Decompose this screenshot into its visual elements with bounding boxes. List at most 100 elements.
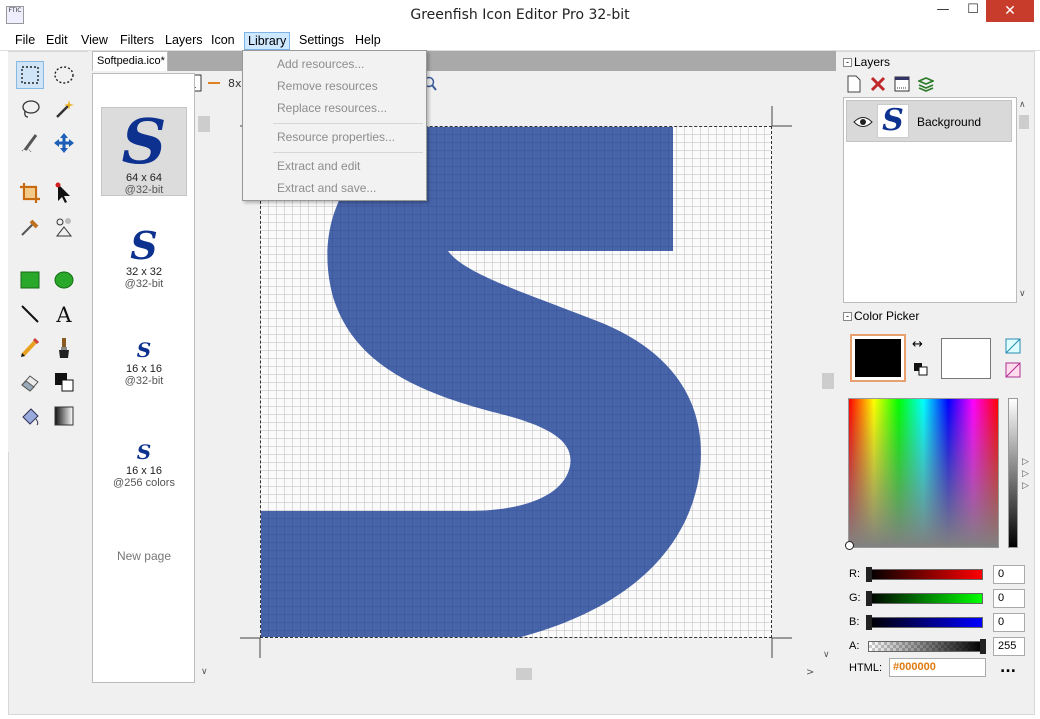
collapse-icon[interactable]: -	[843, 58, 852, 68]
chevron-up-icon[interactable]: ∧	[1019, 100, 1026, 110]
menu-item-extract-and-save[interactable]: Extract and save...	[277, 181, 376, 195]
green-slider[interactable]	[868, 593, 983, 604]
icon-thumbnail: S	[136, 440, 152, 464]
layers-scrollbar[interactable]: ∧ ∨	[1017, 97, 1031, 303]
eye-icon[interactable]	[853, 115, 873, 132]
eraser-tool[interactable]	[16, 368, 44, 396]
minimize-button[interactable]: —	[928, 0, 958, 22]
blue-label: B:	[849, 616, 860, 628]
crop-tool[interactable]	[16, 179, 44, 207]
icon-thumbnail: S	[121, 105, 167, 178]
primary-color-swatch[interactable]	[850, 334, 906, 382]
red-value-input[interactable]: 0	[993, 565, 1025, 584]
color-spectrum[interactable]	[845, 398, 999, 550]
chevron-down-icon[interactable]: ∨	[201, 667, 208, 677]
spectrum-cursor[interactable]	[845, 541, 854, 550]
window-title: Greenfish Icon Editor Pro 32-bit	[410, 7, 630, 23]
menu-edit[interactable]: Edit	[43, 32, 71, 50]
alpha-slider-thumb[interactable]	[980, 639, 986, 654]
page-thumbnail-32[interactable]: S 32 x 32 @32-bit	[101, 226, 187, 298]
luminance-bar[interactable]	[1008, 398, 1018, 548]
menu-layers[interactable]: Layers	[162, 32, 206, 50]
line-tool[interactable]	[16, 300, 44, 328]
swap-arrow-icon[interactable]: ↔	[912, 337, 923, 352]
chevron-down-icon[interactable]: ∨	[1019, 289, 1026, 299]
page-thumbnail-64[interactable]: S 64 x 64 @32-bit	[101, 107, 187, 196]
blue-slider[interactable]	[868, 617, 983, 628]
menu-library[interactable]: Library	[244, 32, 291, 50]
zoom-level[interactable]: 8x	[228, 77, 242, 90]
inverted-color-icon[interactable]	[1005, 362, 1021, 381]
eyedropper-tool[interactable]	[16, 213, 44, 241]
red-slider[interactable]	[868, 569, 983, 580]
vertical-scroll-thumb[interactable]	[822, 373, 834, 389]
magic-wand-tool[interactable]	[50, 95, 78, 123]
page-thumbnail-16[interactable]: S 16 x 16 @32-bit	[101, 337, 187, 397]
menu-filters[interactable]: Filters	[117, 32, 157, 50]
menu-help[interactable]: Help	[352, 32, 384, 50]
color-replace-tool[interactable]	[50, 213, 78, 241]
rectangle-tool[interactable]	[16, 266, 44, 294]
menu-item-replace-resources[interactable]: Replace resources...	[277, 101, 387, 115]
zoom-out-icon[interactable]	[206, 72, 222, 94]
fill-tool[interactable]	[16, 402, 44, 430]
menu-settings[interactable]: Settings	[296, 32, 347, 50]
more-options-button[interactable]: ...	[1000, 660, 1016, 676]
layers-scroll-thumb[interactable]	[1019, 115, 1029, 129]
layer-item-background[interactable]: S Background	[846, 100, 1012, 142]
canvas-vertical-scrollbar[interactable]: ∨	[820, 98, 836, 666]
color-picker-title: Color Picker	[854, 309, 920, 323]
collapse-icon[interactable]: -	[843, 312, 852, 322]
page-thumbnail-16-256[interactable]: S 16 x 16 @256 colors	[101, 439, 187, 499]
maximize-button[interactable]: ☐	[958, 0, 988, 22]
html-color-input[interactable]: #000000	[889, 658, 986, 677]
menu-item-remove-resources[interactable]: Remove resources	[277, 79, 378, 93]
red-slider-thumb[interactable]	[866, 567, 872, 582]
lasso-tool[interactable]	[16, 95, 44, 123]
new-page-link[interactable]: New page	[101, 550, 187, 562]
move-tool[interactable]	[50, 129, 78, 157]
menu-file[interactable]: File	[12, 32, 38, 50]
pencil-tool[interactable]	[16, 334, 44, 362]
luminance-arrows[interactable]: ▷ ▷ ▷	[1022, 456, 1029, 492]
menu-icon[interactable]: Icon	[208, 32, 238, 50]
blue-value-input[interactable]: 0	[993, 613, 1025, 632]
alpha-value-input[interactable]: 255	[993, 637, 1025, 656]
green-slider-thumb[interactable]	[866, 591, 872, 606]
brush-tool[interactable]	[50, 334, 78, 362]
reset-colors-icon[interactable]	[913, 362, 929, 379]
horizontal-scroll-thumb[interactable]	[516, 668, 532, 680]
new-layer-icon[interactable]	[844, 74, 864, 94]
swap-colors-tool[interactable]	[50, 368, 78, 396]
blue-slider-thumb[interactable]	[866, 615, 872, 630]
ellipse-tool[interactable]	[50, 266, 78, 294]
layer-properties-icon[interactable]	[892, 74, 912, 94]
secondary-color-swatch[interactable]	[941, 338, 991, 379]
menu-view[interactable]: View	[78, 32, 111, 50]
ellipse-select-tool[interactable]	[50, 61, 78, 89]
menu-item-resource-properties[interactable]: Resource properties...	[277, 130, 395, 144]
smudge-tool[interactable]	[16, 129, 44, 157]
icon-canvas[interactable]	[260, 126, 772, 638]
alpha-slider[interactable]	[868, 641, 983, 652]
color-picker-header[interactable]: - Color Picker	[843, 309, 919, 323]
rect-select-tool[interactable]	[16, 61, 44, 89]
green-value-input[interactable]: 0	[993, 589, 1025, 608]
text-tool[interactable]: A	[50, 300, 78, 328]
canvas-horizontal-scrollbar[interactable]: ∨ >	[198, 666, 820, 682]
menu-item-add-resources[interactable]: Add resources...	[277, 57, 364, 71]
tab-softpedia-ico[interactable]: Softpedia.ico*	[92, 51, 168, 71]
chevron-down-icon[interactable]: ∨	[823, 650, 830, 660]
canvas-scroll-handle[interactable]	[198, 116, 210, 132]
delete-layer-icon[interactable]	[868, 74, 888, 94]
gradient-tool[interactable]	[50, 402, 78, 430]
transparent-color-icon[interactable]	[1005, 338, 1021, 357]
menu-item-extract-and-edit[interactable]: Extract and edit	[277, 159, 360, 173]
chevron-right-icon[interactable]: >	[806, 667, 814, 678]
merge-layers-icon[interactable]	[916, 74, 936, 94]
menu-separator	[273, 152, 423, 153]
close-button[interactable]: ✕	[986, 0, 1034, 22]
pointer-tool[interactable]	[50, 179, 78, 207]
toolbox: A	[8, 52, 88, 452]
layers-panel-header[interactable]: - Layers	[843, 55, 890, 69]
